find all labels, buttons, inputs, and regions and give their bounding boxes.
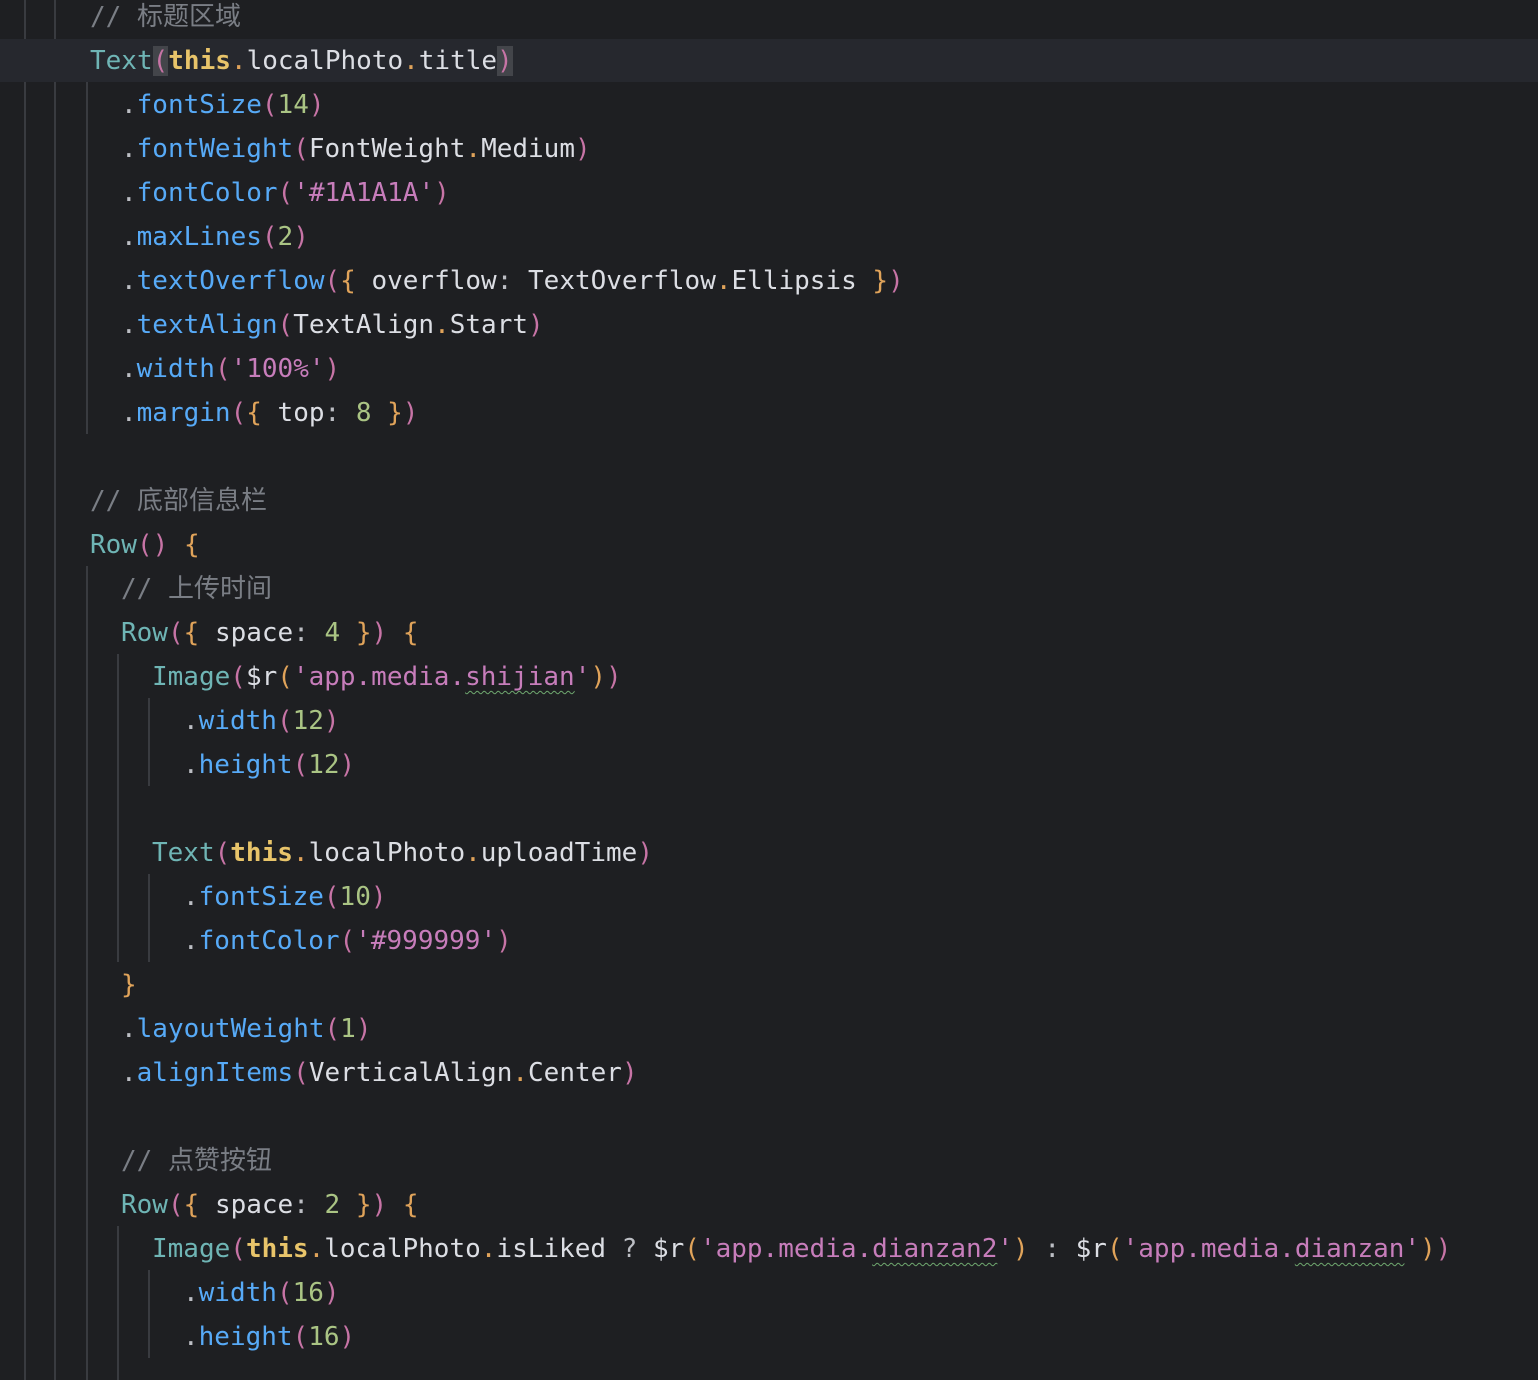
code-line: Row({ space: 4 }) {	[121, 618, 419, 648]
indent-guide	[86, 82, 88, 434]
code-line: .fontWeight(FontWeight.Medium)	[121, 134, 591, 164]
code-line: .layoutWeight(1)	[121, 1014, 372, 1044]
code-line: // 底部信息栏	[90, 486, 267, 516]
code-line: .width('100%')	[121, 354, 341, 384]
code-editor[interactable]: // 标题区域 Text(this.localPhoto.title) .fontS…	[0, 0, 1538, 1380]
code-line: .height(12)	[183, 750, 356, 780]
code-line: .margin({ top: 8 })	[121, 398, 419, 428]
code-line: .width(16)	[183, 1278, 340, 1308]
indent-guide	[148, 698, 150, 786]
code-line: Text(this.localPhoto.uploadTime)	[152, 838, 653, 868]
indent-guide	[24, 0, 26, 1380]
code-line: Image($r('app.media.shijian'))	[152, 662, 622, 692]
code-line: .textOverflow({ overflow: TextOverflow.E…	[121, 266, 904, 296]
code-line: Row() {	[90, 530, 200, 560]
indent-guide	[148, 1270, 150, 1358]
indent-guide	[117, 1226, 119, 1380]
code-line: .fontSize(10)	[183, 882, 387, 912]
code-line: Row({ space: 2 }) {	[121, 1190, 419, 1220]
code-line: .width(12)	[183, 706, 340, 736]
indent-guide	[117, 654, 119, 962]
code-line: }	[121, 970, 137, 1000]
code-line: .alignItems(VerticalAlign.Center)	[121, 1058, 638, 1088]
code-line: .fontColor('#999999')	[183, 926, 512, 956]
code-line: Text(this.localPhoto.title)	[90, 46, 513, 76]
code-line: // 上传时间	[121, 574, 272, 604]
code-line: .fontColor('#1A1A1A')	[121, 178, 450, 208]
code-line: // 点赞按钮	[121, 1146, 272, 1176]
code-line: .maxLines(2)	[121, 222, 309, 252]
indent-guide	[54, 0, 56, 1380]
indent-guide	[148, 874, 150, 962]
code-line: .fontSize(14)	[121, 90, 325, 120]
code-line: .textAlign(TextAlign.Start)	[121, 310, 544, 340]
code-line: // 标题区域	[90, 2, 241, 32]
indent-guide	[86, 566, 88, 1380]
code-line: Image(this.localPhoto.isLiked ? $r('app.…	[152, 1234, 1452, 1264]
code-line: .height(16)	[183, 1322, 356, 1352]
